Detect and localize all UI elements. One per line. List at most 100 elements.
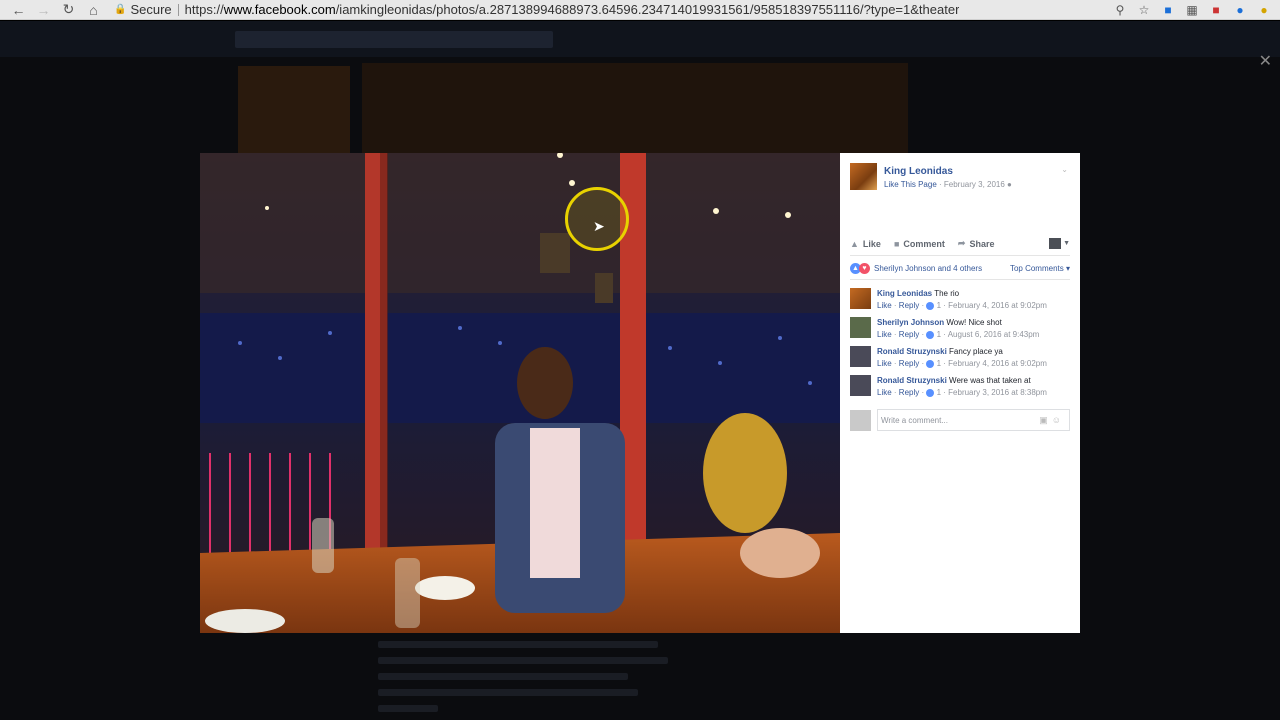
photo bbox=[200, 153, 840, 633]
like-count-icon bbox=[926, 388, 935, 397]
comment-like-count: 1 bbox=[936, 301, 942, 310]
url-scheme: https:// bbox=[184, 2, 224, 17]
camera-icon[interactable]: ▣☺ bbox=[1039, 415, 1065, 426]
like-page-link[interactable]: Like This Page bbox=[884, 180, 937, 189]
commenter-avatar[interactable] bbox=[850, 346, 871, 367]
commenter-avatar[interactable] bbox=[850, 288, 871, 309]
back-arrow-icon[interactable]: ← bbox=[6, 0, 31, 20]
url-text[interactable]: https://www.facebook.com/iamkingleonidas… bbox=[185, 2, 960, 17]
comment-text: Wow! Nice shot bbox=[946, 318, 1002, 327]
like-label: Like bbox=[862, 238, 881, 249]
background-chat-sidebar bbox=[1140, 61, 1280, 720]
post-subline: Like This Page · February 3, 2016 ● bbox=[884, 180, 1012, 189]
comment-time[interactable]: August 6, 2016 at 9:43pm bbox=[948, 330, 1040, 339]
comment-like-link[interactable]: Like bbox=[877, 330, 892, 339]
secure-label: Secure bbox=[130, 2, 172, 17]
lock-icon: 🔒 bbox=[114, 4, 127, 15]
share-icon: ➦ bbox=[957, 238, 966, 248]
forward-arrow-icon[interactable]: → bbox=[31, 0, 56, 20]
extension-code-icon[interactable]: ▦ bbox=[1182, 1, 1202, 19]
comment-item: Ronald Struzynski Were was that taken at… bbox=[850, 375, 1072, 404]
comment-item: Ronald Struzynski Fancy place ya Like · … bbox=[850, 346, 1072, 375]
comment-like-count: 1 bbox=[936, 359, 942, 368]
comment-like-count: 1 bbox=[936, 330, 942, 339]
post-date[interactable]: February 3, 2016 bbox=[944, 180, 1005, 189]
extension-alert-icon[interactable]: ● bbox=[1254, 1, 1274, 19]
comment-icon: ■ bbox=[893, 238, 900, 249]
comment-time[interactable]: February 4, 2016 at 9:02pm bbox=[948, 301, 1047, 310]
globe-icon: ● bbox=[1004, 180, 1012, 189]
mouse-cursor-icon: ➤ bbox=[593, 218, 605, 234]
like-button[interactable]: ▲ Like bbox=[850, 239, 881, 249]
comment-input-placeholder: Write a comment... bbox=[881, 415, 948, 425]
caret-down-icon: ▼ bbox=[1063, 240, 1070, 247]
background-search bbox=[235, 31, 553, 48]
post-as-selector[interactable]: ▼ bbox=[1049, 238, 1070, 249]
commenter-avatar[interactable] bbox=[850, 375, 871, 396]
reload-icon[interactable]: ↻ bbox=[56, 0, 81, 20]
url-path: /iamkingleonidas/photos/a.28713899468897… bbox=[335, 2, 960, 17]
chevron-down-icon[interactable]: ⌄ bbox=[1061, 165, 1068, 174]
comment-label: Comment bbox=[903, 238, 945, 249]
comment-like-link[interactable]: Like bbox=[877, 301, 892, 310]
comment-text: The rio bbox=[934, 289, 960, 298]
user-thumbnail-icon bbox=[1049, 238, 1062, 249]
share-button[interactable]: ➦ Share bbox=[958, 238, 995, 249]
share-label: Share bbox=[969, 238, 995, 249]
comment-author[interactable]: Sherilyn Johnson bbox=[877, 318, 944, 327]
thumbs-up-icon: ▲ bbox=[850, 238, 859, 249]
comment-item: Sherilyn Johnson Wow! Nice shot Like · R… bbox=[850, 317, 1072, 346]
comment-composer: Write a comment... ▣☺ bbox=[850, 409, 1070, 431]
background-topbar bbox=[0, 21, 1280, 57]
background-post-text bbox=[378, 641, 678, 720]
comment-like-link[interactable]: Like bbox=[877, 388, 892, 397]
comment-button[interactable]: ■ Comment bbox=[894, 239, 945, 249]
page-name[interactable]: King Leonidas bbox=[884, 166, 1012, 177]
extension-d-icon[interactable]: ● bbox=[1230, 1, 1250, 19]
divider bbox=[850, 255, 1070, 256]
search-icon[interactable]: ⚲ bbox=[1110, 1, 1130, 19]
commenter-avatar[interactable] bbox=[850, 317, 871, 338]
comment-reply-link[interactable]: Reply bbox=[899, 359, 919, 368]
meta-separator: · bbox=[936, 180, 944, 189]
photo-theater: King Leonidas Like This Page · February … bbox=[200, 153, 1080, 633]
browser-toolbar: ← → ↻ ⌂ 🔒 Secure https://www.facebook.co… bbox=[0, 0, 1280, 20]
like-count-icon bbox=[926, 359, 935, 368]
extension-user-icon[interactable]: ■ bbox=[1158, 1, 1178, 19]
love-reaction-icon: ♥ bbox=[859, 263, 870, 274]
reactions-row: ▲ ♥ Sherilyn Johnson and 4 others Top Co… bbox=[850, 263, 1070, 274]
comment-author[interactable]: King Leonidas bbox=[877, 289, 932, 298]
comment-text: Fancy place ya bbox=[949, 347, 1003, 356]
comment-input[interactable]: Write a comment... ▣☺ bbox=[877, 409, 1070, 431]
comments-list: King Leonidas The rio Like · Reply · 1 ·… bbox=[850, 288, 1072, 404]
comment-reply-link[interactable]: Reply bbox=[899, 388, 919, 397]
comment-author[interactable]: Ronald Struzynski bbox=[877, 347, 947, 356]
like-count-icon bbox=[926, 301, 935, 310]
comment-item: King Leonidas The rio Like · Reply · 1 ·… bbox=[850, 288, 1072, 317]
comment-time[interactable]: February 4, 2016 at 9:02pm bbox=[948, 359, 1047, 368]
bookmark-star-icon[interactable]: ☆ bbox=[1134, 1, 1154, 19]
close-theater-icon[interactable]: ✕ bbox=[1259, 51, 1272, 71]
address-bar[interactable]: 🔒 Secure https://www.facebook.com/iamkin… bbox=[114, 1, 1110, 19]
home-icon[interactable]: ⌂ bbox=[81, 0, 106, 20]
comment-reply-link[interactable]: Reply bbox=[899, 330, 919, 339]
extension-red-icon[interactable]: ■ bbox=[1206, 1, 1226, 19]
comment-reply-link[interactable]: Reply bbox=[899, 301, 919, 310]
comment-author[interactable]: Ronald Struzynski bbox=[877, 376, 947, 385]
comment-like-link[interactable]: Like bbox=[877, 359, 892, 368]
current-user-avatar bbox=[850, 409, 871, 431]
photo-sidebar: King Leonidas Like This Page · February … bbox=[840, 153, 1080, 633]
top-comments-label: Top Comments bbox=[1009, 264, 1064, 273]
comment-time[interactable]: February 3, 2016 at 8:38pm bbox=[948, 388, 1047, 397]
reactions-summary[interactable]: Sherilyn Johnson and 4 others bbox=[874, 264, 982, 273]
like-count-icon bbox=[926, 330, 935, 339]
comment-like-count: 1 bbox=[936, 388, 942, 397]
omnibox-separator bbox=[177, 3, 179, 16]
page-avatar[interactable] bbox=[850, 163, 877, 190]
post-actions: ▲ Like ■ Comment ➦ Share ▼ bbox=[850, 238, 1070, 249]
background-cover-photo bbox=[362, 63, 908, 153]
url-host: www.facebook.com bbox=[223, 2, 336, 17]
top-comments-dropdown[interactable]: Top Comments ▾ bbox=[1010, 264, 1070, 273]
restaurant-photo bbox=[200, 153, 840, 633]
post-header: King Leonidas Like This Page · February … bbox=[850, 163, 1012, 190]
